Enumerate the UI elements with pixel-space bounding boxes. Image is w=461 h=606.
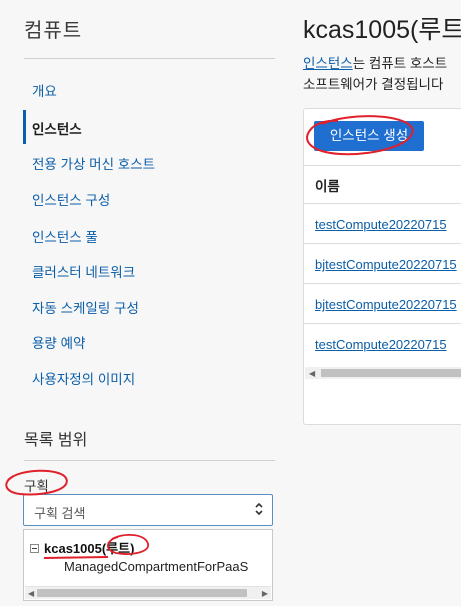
description-line-2: 소프트웨어가 결정됩니다 — [303, 77, 444, 92]
active-indicator — [23, 110, 26, 144]
root-compartment-name: kcas1005 — [44, 541, 102, 556]
page-title: kcas1005(루트 — [303, 16, 461, 44]
description-text-1: 는 컴퓨트 호스트 — [352, 56, 448, 71]
scrollbar-thumb[interactable] — [321, 369, 461, 377]
dropdown-scrollbar[interactable]: ◀ ▶ — [25, 586, 271, 599]
table-row: bjtestCompute20220715 — [304, 283, 461, 324]
scroll-right-icon[interactable]: ▶ — [262, 589, 268, 598]
tree-item-child[interactable]: ManagedCompartmentForPaaS — [64, 559, 248, 574]
column-header-name[interactable]: 이름 — [315, 175, 340, 195]
table-top-border — [304, 165, 461, 166]
root-compartment-suffix: (루트) — [101, 541, 135, 556]
table-row: testCompute20220715 — [304, 203, 461, 244]
chevron-up-down-icon — [255, 502, 263, 516]
sidebar-item-autoscaling-configurations[interactable]: 자동 스케일링 구성 — [32, 297, 139, 317]
compute-sidebar: 컴퓨트 개요 인스턴스 전용 가상 머신 호스트 인스턴스 구성 인스턴스 풀 … — [0, 0, 290, 606]
sidebar-item-instance-pools[interactable]: 인스턴스 풀 — [32, 226, 98, 246]
compartment-label: 구획 — [24, 479, 49, 494]
table-row: testCompute20220715 — [304, 323, 461, 364]
scope-divider — [24, 460, 275, 461]
sidebar-item-instance-configurations[interactable]: 인스턴스 구성 — [32, 189, 110, 209]
scroll-left-icon[interactable]: ◀ — [309, 369, 315, 378]
compartment-select[interactable]: 구획 검색 — [23, 494, 273, 526]
main-content: kcas1005(루트 인스턴스는 컴퓨트 호스트 소프트웨어가 결정됩니다 인… — [290, 0, 461, 606]
instances-help-link[interactable]: 인스턴스 — [303, 56, 353, 71]
instance-link[interactable]: bjtestCompute20220715 — [315, 297, 457, 312]
instance-link[interactable]: testCompute20220715 — [315, 337, 447, 352]
sidebar-item-dedicated-vm-hosts[interactable]: 전용 가상 머신 호스트 — [32, 153, 155, 173]
sidebar-item-overview[interactable]: 개요 — [32, 80, 57, 100]
scroll-left-icon[interactable]: ◀ — [28, 589, 34, 598]
collapse-icon[interactable] — [30, 544, 39, 553]
instances-panel: 인스턴스 생성 이름 testCompute20220715 bjtestCom… — [303, 108, 461, 425]
table-scrollbar[interactable]: ◀ — [305, 367, 461, 379]
list-scope-heading: 목록 범위 — [24, 432, 88, 449]
instance-link[interactable]: testCompute20220715 — [315, 217, 447, 232]
sidebar-item-cluster-networks[interactable]: 클러스터 네트워크 — [32, 261, 135, 281]
sidebar-item-capacity-reservations[interactable]: 용량 예약 — [32, 332, 85, 352]
sidebar-item-instances[interactable]: 인스턴스 — [32, 118, 82, 138]
table-row: bjtestCompute20220715 — [304, 243, 461, 284]
sidebar-divider — [24, 58, 275, 59]
sidebar-title: 컴퓨트 — [24, 20, 83, 42]
sidebar-item-custom-images[interactable]: 사용자정의 이미지 — [32, 368, 135, 388]
compartment-search-placeholder: 구획 검색 — [34, 506, 86, 521]
tree-item-root[interactable]: kcas1005(루트) — [44, 538, 134, 557]
scrollbar-thumb[interactable] — [37, 589, 247, 597]
create-instance-button[interactable]: 인스턴스 생성 — [314, 121, 424, 151]
compartment-tree-dropdown: kcas1005(루트) ManagedCompartmentForPaaS ◀… — [23, 529, 273, 601]
description-line-1: 인스턴스는 컴퓨트 호스트 — [303, 52, 447, 72]
instance-link[interactable]: bjtestCompute20220715 — [315, 257, 457, 272]
